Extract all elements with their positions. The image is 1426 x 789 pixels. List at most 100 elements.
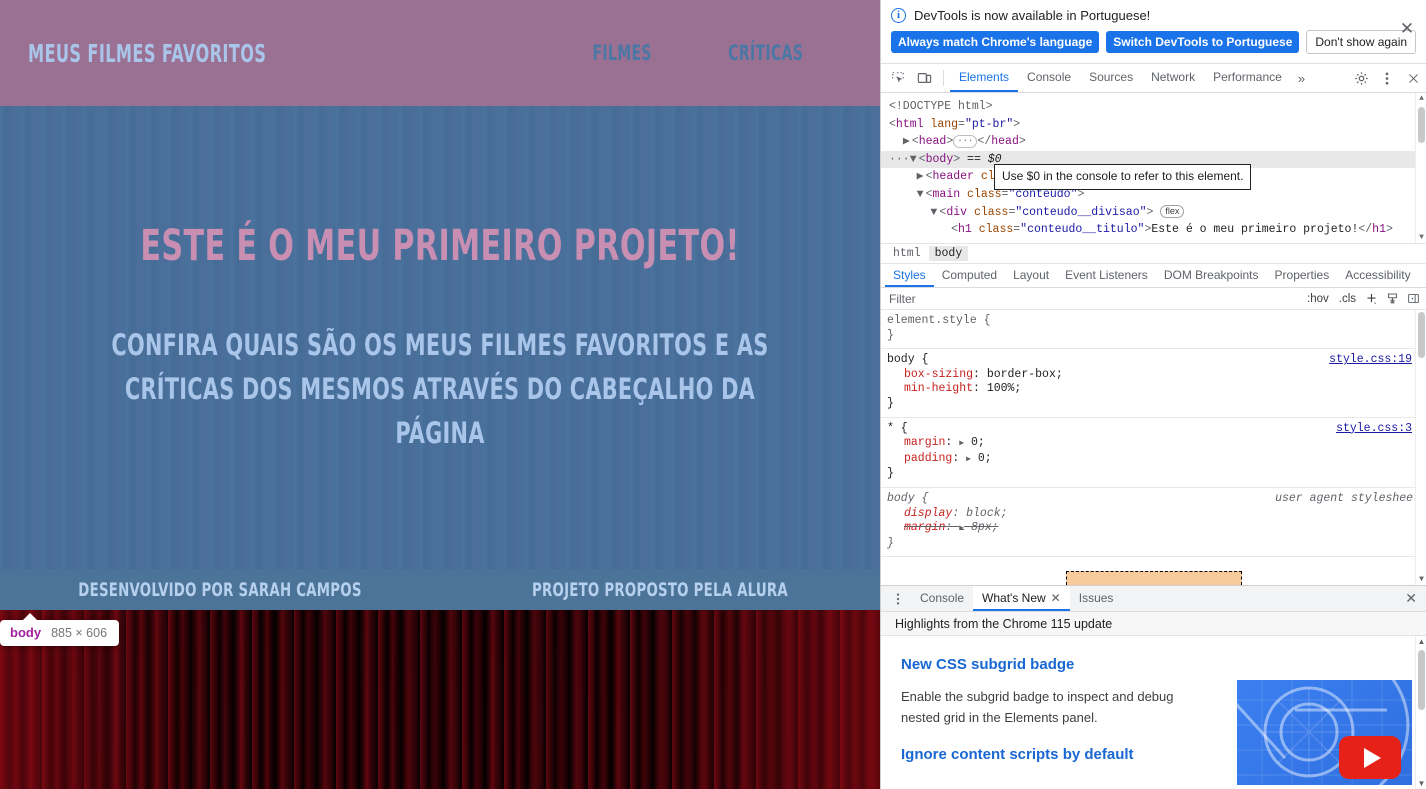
tab-performance[interactable]: Performance — [1204, 64, 1291, 92]
flex-badge[interactable]: flex — [1160, 205, 1185, 219]
device-toolbar-icon[interactable] — [911, 64, 937, 92]
dom-line-html[interactable]: <html lang="pt-br"> — [881, 116, 1426, 134]
collapse-triangle-icon-main[interactable]: ▼ — [917, 186, 926, 204]
prop-name-box-sizing[interactable]: box-sizing — [904, 368, 973, 381]
tab-elements[interactable]: Elements — [950, 64, 1019, 92]
primary-nav: Filmes Críticas — [582, 41, 852, 65]
tabbar-spacer — [1312, 64, 1348, 92]
browser-page-viewport: Meus filmes favoritos Filmes Críticas Es… — [0, 0, 880, 789]
tab-console[interactable]: Console — [1018, 64, 1080, 92]
declaration-margin-universal[interactable]: margin: ▶ 0; — [887, 436, 1416, 452]
whats-new-scrollbar-thumb[interactable] — [1418, 650, 1425, 710]
tab-styles[interactable]: Styles — [885, 264, 934, 287]
toggle-sidebar-icon[interactable] — [1403, 292, 1424, 305]
whats-new-entry-title-1[interactable]: New CSS subgrid badge — [901, 656, 1426, 673]
styles-scrollbar-thumb[interactable] — [1418, 312, 1425, 358]
highlight-tag-name: body — [10, 625, 42, 640]
whats-new-scroll-up-icon[interactable]: ▲ — [1416, 636, 1426, 647]
style-source-link-1[interactable]: style.css:19 — [1329, 353, 1412, 368]
scroll-down-icon[interactable]: ▼ — [1416, 232, 1426, 243]
declaration-box-sizing[interactable]: box-sizing: border-box; — [887, 368, 1416, 383]
prop-value-padding[interactable]: 0; — [978, 452, 992, 465]
styles-scroll-down-icon[interactable]: ▼ — [1416, 574, 1426, 585]
inspect-element-icon[interactable] — [885, 64, 911, 92]
tab-computed[interactable]: Computed — [934, 264, 1005, 287]
dom-line-div[interactable]: ▼ <div class="conteudo__divisao"> flex — [881, 204, 1426, 222]
expand-triangle-icon[interactable]: ▶ — [903, 133, 912, 151]
collapsed-content-badge[interactable]: ··· — [953, 134, 978, 148]
new-style-rule-icon[interactable] — [1361, 292, 1382, 305]
youtube-play-button-icon[interactable] — [1339, 736, 1401, 779]
breadcrumb-item-html[interactable]: html — [887, 246, 927, 261]
scroll-up-icon[interactable]: ▲ — [1416, 93, 1426, 104]
more-tabs-icon[interactable]: » — [1291, 64, 1312, 92]
expand-triangle-icon-header[interactable]: ▶ — [917, 168, 926, 186]
selector-universal[interactable]: * — [887, 422, 894, 435]
dom-line-h1[interactable]: <h1 class="conteudo__titulo">Este é o me… — [881, 221, 1426, 239]
devtools-close-icon[interactable] — [1400, 64, 1426, 92]
page-footer: Desenvolvido por Sarah Campos Projeto pr… — [0, 569, 880, 610]
tab-properties[interactable]: Properties — [1267, 264, 1338, 287]
scrollbar-thumb[interactable] — [1418, 107, 1425, 143]
whats-new-heading: Highlights from the Chrome 115 update — [881, 612, 1426, 636]
selector-body-1[interactable]: body — [887, 353, 915, 366]
always-match-language-button[interactable]: Always match Chrome's language — [891, 31, 1100, 53]
html-tag-name: html — [895, 117, 924, 131]
h1-class-value: "conteudo__titulo" — [1020, 223, 1145, 237]
close-icon[interactable]: ✕ — [1398, 20, 1416, 38]
style-rule-body-stylecss[interactable]: style.css:19 body { box-sizing: border-b… — [881, 349, 1426, 418]
prop-name-min-height[interactable]: min-height — [904, 382, 973, 395]
selector-element-style[interactable]: element.style — [887, 314, 977, 327]
style-source-link-2[interactable]: style.css:3 — [1336, 422, 1412, 437]
whats-new-body[interactable]: New CSS subgrid badge Enable the subgrid… — [881, 636, 1426, 789]
styles-scrollbar[interactable]: ▼ — [1415, 310, 1426, 585]
declaration-padding-universal[interactable]: padding: ▶ 0; — [887, 452, 1416, 468]
footer-credit-project: Projeto proposto pela Alura — [531, 578, 788, 601]
drawer-tab-whats-new[interactable]: What's New ✕ — [973, 586, 1070, 611]
close-icon-whats-new-tab[interactable]: ✕ — [1051, 591, 1061, 605]
prop-value-box-sizing[interactable]: border-box; — [987, 368, 1063, 381]
prop-name-margin[interactable]: margin — [904, 436, 945, 449]
box-model-margin-box[interactable] — [1065, 571, 1242, 585]
prop-value-min-height[interactable]: 100%; — [987, 382, 1022, 395]
breadcrumb-item-body[interactable]: body — [928, 246, 969, 261]
whats-new-video-thumbnail[interactable] — [1237, 680, 1412, 785]
highlight-dimensions: 885 × 606 — [51, 626, 108, 640]
switch-to-portuguese-button[interactable]: Switch DevTools to Portuguese — [1106, 31, 1300, 53]
breadcrumb: html body — [881, 243, 1426, 264]
kebab-menu-icon[interactable] — [1374, 64, 1400, 92]
tab-event-listeners[interactable]: Event Listeners — [1057, 264, 1156, 287]
nav-link-filmes[interactable]: Filmes — [593, 41, 652, 65]
prop-name-padding[interactable]: padding — [904, 452, 952, 465]
computed-styles-icon[interactable] — [1382, 292, 1403, 305]
tab-accessibility[interactable]: Accessibility — [1337, 264, 1418, 287]
whats-new-scrollbar[interactable]: ▲ ▼ — [1415, 636, 1426, 789]
styles-filter-row: :hov .cls — [881, 288, 1426, 310]
gear-icon[interactable] — [1348, 64, 1374, 92]
style-rule-universal[interactable]: style.css:3 * { margin: ▶ 0; padding: ▶ … — [881, 418, 1426, 488]
dom-line-doctype[interactable]: <!DOCTYPE html> — [881, 98, 1426, 116]
drawer-tab-issues[interactable]: Issues — [1070, 586, 1123, 611]
dom-tree-scrollbar[interactable]: ▲ ▼ — [1415, 93, 1426, 243]
prop-value-margin[interactable]: 0; — [971, 436, 985, 449]
style-rule-element-style[interactable]: element.style { } — [881, 310, 1426, 350]
collapse-triangle-icon[interactable]: ▼ — [910, 151, 919, 169]
tab-dom-breakpoints[interactable]: DOM Breakpoints — [1156, 264, 1267, 287]
style-rule-body-useragent[interactable]: user agent stylesheet body { display: bl… — [881, 488, 1426, 558]
styles-rules-pane[interactable]: element.style { } style.css:19 body { bo… — [881, 310, 1426, 585]
whats-new-scroll-down-icon[interactable]: ▼ — [1416, 778, 1426, 789]
drawer-tab-whats-new-label: What's New — [982, 590, 1046, 605]
tab-sources[interactable]: Sources — [1080, 64, 1142, 92]
tab-layout[interactable]: Layout — [1005, 264, 1057, 287]
styles-filter-input[interactable] — [889, 291, 1302, 306]
dom-tree-pane[interactable]: <!DOCTYPE html> <html lang="pt-br"> ▶ <he… — [881, 93, 1426, 243]
drawer-tab-console[interactable]: Console — [911, 586, 973, 611]
close-icon-drawer[interactable]: ✕ — [1396, 586, 1426, 611]
element-classes-button[interactable]: .cls — [1334, 293, 1361, 305]
drawer-kebab-menu-icon[interactable] — [885, 586, 911, 611]
nav-link-criticas[interactable]: Críticas — [728, 41, 803, 65]
declaration-min-height[interactable]: min-height: 100%; — [887, 382, 1416, 397]
force-element-state-button[interactable]: :hov — [1302, 293, 1334, 305]
tab-network[interactable]: Network — [1142, 64, 1204, 92]
dom-line-head[interactable]: ▶ <head> ··· </head> — [881, 133, 1426, 151]
